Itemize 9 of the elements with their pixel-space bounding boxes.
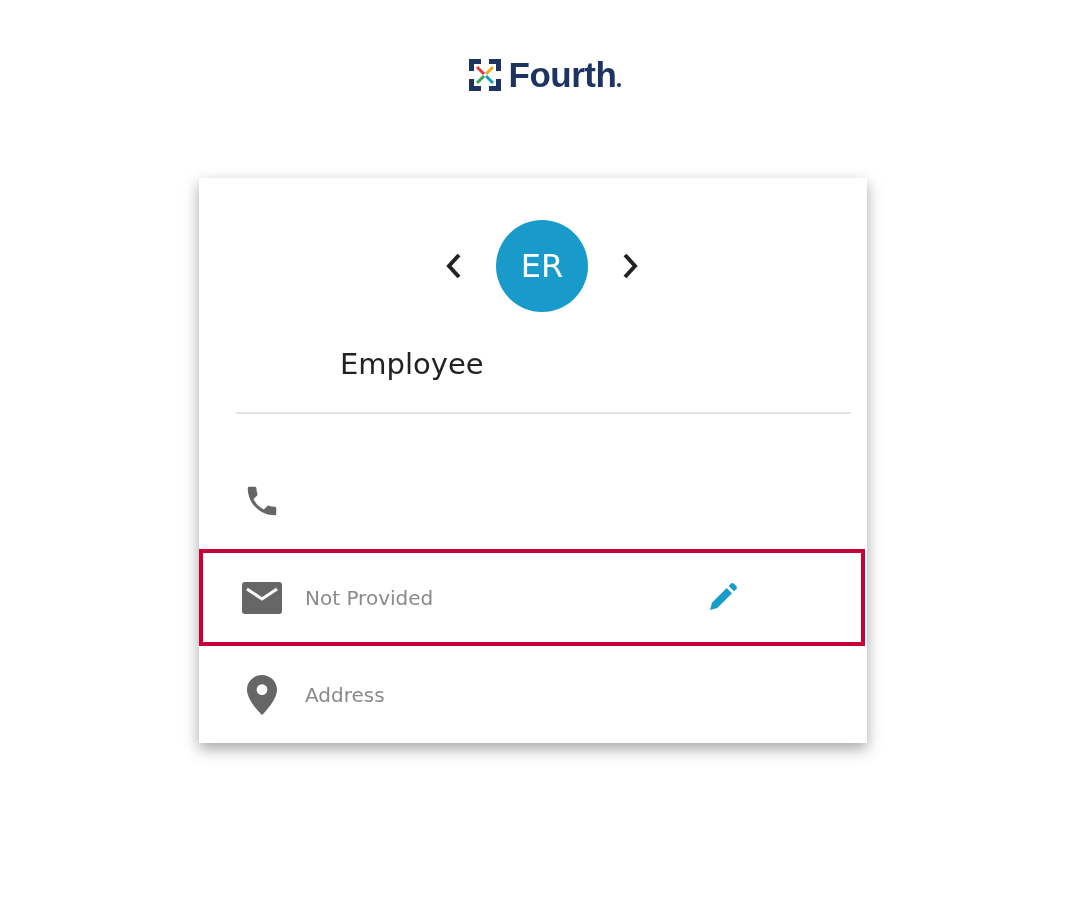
envelope-icon [242, 581, 282, 614]
location-pin-icon [247, 674, 277, 715]
registered-mark-icon [617, 83, 622, 87]
logo-text: Fourth [508, 55, 617, 95]
employee-name: Employee [340, 346, 485, 383]
contact-text: Not Provided [305, 585, 435, 610]
contact-text: Address [305, 682, 386, 707]
avatar: ER [496, 220, 588, 312]
logo-icon [466, 57, 503, 93]
